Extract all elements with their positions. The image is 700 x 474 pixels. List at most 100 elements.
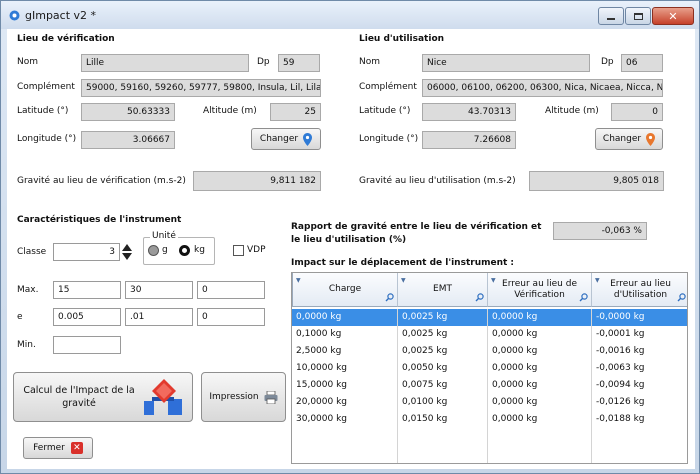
unit-kg-radio[interactable] [179, 245, 190, 256]
table-empty-area [292, 428, 687, 463]
instrument-header: Caractéristiques de l'instrument [17, 215, 182, 225]
util-dp-field[interactable]: 06 [621, 54, 663, 72]
max-field-1[interactable]: 15 [53, 281, 121, 299]
search-icon[interactable] [475, 293, 484, 302]
table-cell: 0,0025 kg [398, 309, 488, 326]
table-row[interactable]: 10,0000 kg 0,0050 kg 0,0000 kg -0,0063 kg [292, 360, 687, 377]
table-cell: 0,0000 kg [488, 377, 592, 394]
table-cell: 10,0000 kg [292, 360, 398, 377]
table-row[interactable]: 0,0000 kg 0,0025 kg 0,0000 kg -0,0000 kg [292, 309, 687, 326]
unit-g-radio[interactable] [148, 245, 159, 256]
util-complement-label: Complément [359, 82, 417, 92]
app-icon [9, 10, 20, 21]
location-pin-icon [303, 132, 313, 146]
util-longitude-label: Longitude (°) [359, 134, 419, 144]
verif-header: Lieu de vérification [17, 34, 115, 44]
verif-latitude-label: Latitude (°) [17, 106, 69, 116]
verif-nom-label: Nom [17, 57, 39, 67]
close-icon: ✕ [668, 9, 678, 23]
spin-up-icon[interactable] [121, 243, 133, 252]
util-gravity-label: Gravité au lieu d'utilisation (m.s-2) [359, 176, 516, 186]
util-changer-label: Changer [602, 134, 642, 144]
e-field-1[interactable]: 0.005 [53, 308, 121, 326]
calcul-impact-button[interactable]: Calcul de l'Impact de la gravité [13, 372, 193, 422]
max-field-3[interactable]: 0 [197, 281, 265, 299]
max-field-2[interactable]: 30 [125, 281, 193, 299]
max-label: Max. [17, 285, 39, 295]
util-nom-label: Nom [359, 57, 381, 67]
table-cell: 0,0000 kg [292, 309, 398, 326]
table-cell: 0,0000 kg [488, 411, 592, 428]
util-header: Lieu d'utilisation [359, 34, 445, 44]
table-cell: -0,0094 kg [596, 380, 645, 390]
verif-latitude-field[interactable]: 50.63333 [81, 103, 175, 121]
table-cell: 15,0000 kg [292, 377, 398, 394]
min-label: Min. [17, 340, 36, 350]
fermer-button[interactable]: Fermer ✕ [23, 437, 93, 459]
verif-changer-button[interactable]: Changer [251, 128, 321, 150]
column-header-erreur-verification[interactable]: ▼ Erreur au lieu de Vérification [488, 273, 592, 307]
util-latitude-field[interactable]: 43.70313 [422, 103, 516, 121]
vdp-label: VDP [247, 245, 266, 255]
table-row[interactable]: 15,0000 kg 0,0075 kg 0,0000 kg -0,0094 kg [292, 377, 687, 394]
verif-altitude-field[interactable]: 25 [270, 103, 321, 121]
fermer-label: Fermer [33, 443, 65, 453]
table-cell: -0,0001 kg [596, 329, 645, 339]
min-field[interactable] [53, 336, 121, 354]
verif-dp-field[interactable]: 59 [278, 54, 320, 72]
verif-longitude-field[interactable]: 3.06667 [81, 131, 175, 149]
e-field-2[interactable]: .01 [125, 308, 193, 326]
column-header-erreur-utilisation[interactable]: ▼ Erreur au lieu d'Utilisation [592, 273, 687, 307]
verif-complement-field[interactable]: 59000, 59160, 59260, 59777, 59800, Insul… [81, 79, 321, 97]
search-icon[interactable] [677, 293, 686, 302]
util-longitude-field[interactable]: 7.26608 [422, 131, 516, 149]
util-changer-button[interactable]: Changer [595, 128, 663, 150]
verif-nom-field[interactable]: Lille [81, 54, 249, 72]
util-latitude-label: Latitude (°) [359, 106, 411, 116]
client-area: Lieu de vérification Nom Lille Dp 59 Com… [7, 29, 695, 469]
util-gravity-field[interactable]: 9,805 018 [529, 171, 664, 191]
table-row[interactable]: 30,0000 kg 0,0150 kg 0,0000 kg -0,0188 kg [292, 411, 687, 428]
search-icon[interactable] [579, 293, 588, 302]
maximize-button[interactable] [625, 7, 651, 25]
table-cell: 0,0000 kg [488, 394, 592, 411]
table-cell: 0,0000 kg [488, 360, 592, 377]
impact-table[interactable]: ▼ Charge ▼ EMT ▼ Erreur au lieu de Vérifica… [291, 272, 688, 464]
table-cell: -0,0126 kg [596, 397, 645, 407]
table-row[interactable]: 2,5000 kg 0,0025 kg 0,0000 kg -0,0016 kg [292, 343, 687, 360]
rapport-label-line1: Rapport de gravité entre le lieu de véri… [291, 222, 542, 232]
rapport-label-line2: le lieu d'utilisation (%) [291, 235, 407, 245]
table-cell: -0,0000 kg [596, 312, 645, 322]
minimize-icon [607, 18, 615, 20]
search-icon[interactable] [385, 293, 394, 302]
table-cell: -0,0063 kg [596, 363, 645, 373]
window-title: gImpact v2 * [25, 9, 97, 22]
verif-gravity-label: Gravité au lieu de vérification (m.s-2) [17, 176, 186, 186]
verif-complement-label: Complément [17, 82, 75, 92]
sort-icon: ▼ [296, 277, 301, 284]
impression-button[interactable]: Impression [201, 372, 286, 422]
title-bar: gImpact v2 * ✕ [1, 1, 699, 29]
util-altitude-field[interactable]: 0 [611, 103, 663, 121]
util-nom-field[interactable]: Nice [422, 54, 590, 72]
util-complement-field[interactable]: 06000, 06100, 06200, 06300, Nica, Nicaea… [422, 79, 663, 97]
classe-spinner[interactable] [121, 243, 133, 261]
sort-icon: ▼ [401, 277, 406, 284]
minimize-button[interactable] [598, 7, 624, 25]
maximize-icon [633, 12, 643, 20]
classe-field[interactable]: 3 [53, 243, 120, 261]
column-header-emt[interactable]: ▼ EMT [398, 273, 488, 307]
close-window-button[interactable]: ✕ [652, 7, 694, 25]
table-cell: 0,0000 kg [488, 343, 592, 360]
verif-gravity-field[interactable]: 9,811 182 [193, 171, 321, 191]
rapport-field[interactable]: -0,063 % [553, 222, 647, 240]
spin-down-icon[interactable] [121, 252, 133, 261]
e-field-3[interactable]: 0 [197, 308, 265, 326]
vdp-checkbox[interactable] [233, 245, 244, 256]
column-header-charge[interactable]: ▼ Charge [292, 273, 398, 307]
table-row[interactable]: 20,0000 kg 0,0100 kg 0,0000 kg -0,0126 kg [292, 394, 687, 411]
table-cell: 0,0025 kg [398, 343, 488, 360]
unit-kg-label: kg [194, 245, 205, 255]
table-row[interactable]: 0,1000 kg 0,0025 kg 0,0000 kg -0,0001 kg [292, 326, 687, 343]
table-cell: -0,0188 kg [596, 414, 645, 424]
